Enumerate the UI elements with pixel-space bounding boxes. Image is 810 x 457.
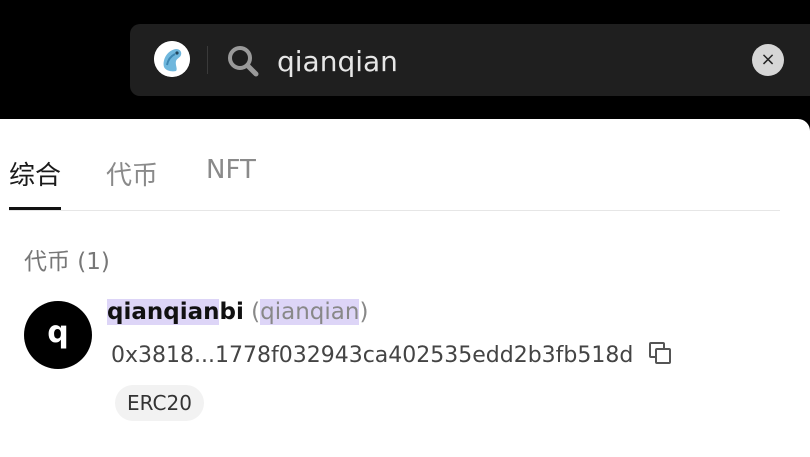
paren-close: ) (359, 299, 369, 325)
app-logo-icon[interactable] (154, 41, 190, 77)
token-name-rest: bi (219, 299, 244, 325)
token-avatar: q (24, 301, 92, 369)
token-address: 0x3818...1778f032943ca402535edd2b3fb518d (111, 343, 634, 368)
token-address-line: 0x3818...1778f032943ca402535edd2b3fb518d (111, 341, 672, 371)
token-result-row[interactable]: q qianqianbi (qianqian) 0x3818...1778f03… (24, 299, 784, 421)
tab-nft[interactable]: NFT (206, 155, 256, 209)
section-title-tokens: 代币 (1) (24, 249, 110, 275)
tab-tokens[interactable]: 代币 (106, 155, 158, 209)
tab-bar: 综合 代币 NFT (9, 155, 780, 211)
token-name-highlight: qianqian (107, 299, 220, 325)
token-symbol: qianqian (260, 299, 360, 325)
token-name: qianqianbi (107, 299, 244, 325)
copy-icon[interactable] (648, 341, 672, 371)
token-name-line: qianqianbi (qianqian) (107, 299, 368, 325)
search-divider (207, 46, 208, 74)
clear-search-button[interactable]: × (752, 44, 784, 76)
search-box[interactable]: × (130, 24, 810, 96)
paren-open: ( (251, 299, 261, 325)
search-input[interactable] (277, 42, 737, 80)
token-standard-chip: ERC20 (115, 385, 204, 421)
tab-all[interactable]: 综合 (9, 155, 62, 210)
results-panel: 综合 代币 NFT 代币 (1) q qianqianbi (qianqian)… (0, 119, 810, 457)
search-icon (226, 44, 260, 78)
top-bar: × (0, 0, 810, 120)
